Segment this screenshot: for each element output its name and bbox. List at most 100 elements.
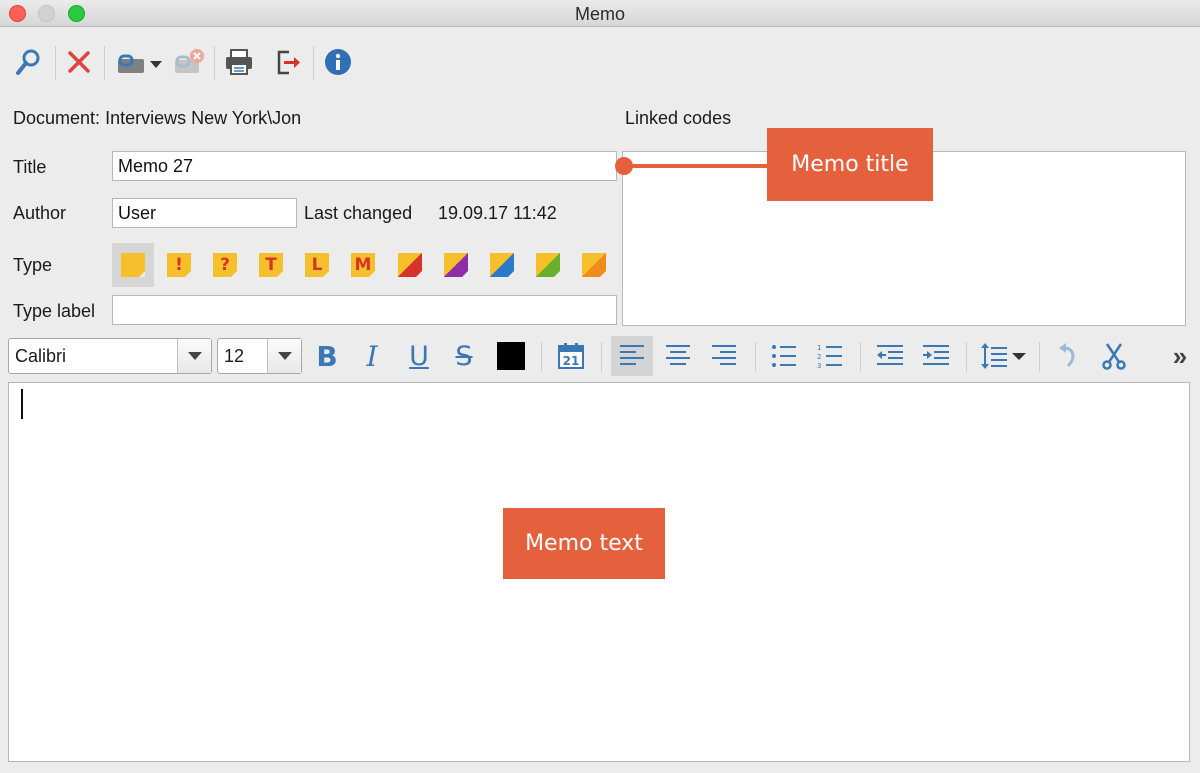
increase-indent-button[interactable] (916, 336, 956, 376)
type-label-label: Type label (13, 301, 96, 321)
underline-button[interactable]: U (399, 336, 439, 376)
memo-type-option[interactable]: ! (158, 243, 200, 287)
svg-text:3: 3 (817, 362, 821, 368)
text-color-button[interactable] (491, 336, 531, 376)
memo-note-icon (490, 253, 514, 277)
type-label-field[interactable] (112, 295, 617, 325)
memo-type-option[interactable]: ? (204, 243, 246, 287)
delete-button[interactable] (61, 44, 97, 80)
cut-button[interactable] (1094, 336, 1134, 376)
type-label: Type (13, 255, 53, 275)
memo-note-icon: L (305, 253, 329, 277)
align-right-button[interactable] (704, 336, 744, 376)
window-title: Memo (574, 4, 625, 24)
memo-type-option[interactable] (573, 243, 615, 287)
memo-note-icon (536, 253, 560, 277)
format-toolbar: Calibri 12 B I U S 21 123 » (0, 334, 1200, 378)
memo-note-icon: M (351, 253, 375, 277)
author-field[interactable]: User (112, 198, 297, 228)
memo-type-glyph: L (311, 255, 323, 275)
memo-type-option[interactable]: L (296, 243, 338, 287)
memo-type-option[interactable] (435, 243, 477, 287)
search-icon (16, 49, 40, 75)
memo-text-callout: Memo text (503, 508, 665, 579)
info-button[interactable] (320, 44, 356, 80)
memo-note-icon (582, 253, 606, 277)
memo-toolbar (0, 30, 1200, 94)
align-center-button[interactable] (658, 336, 698, 376)
window-titlebar: Memo (0, 0, 1200, 27)
memo-type-option[interactable] (389, 243, 431, 287)
memo-note-icon (121, 253, 145, 277)
export-icon (277, 50, 300, 75)
more-tools-button[interactable]: » (1160, 336, 1200, 376)
memo-type-option[interactable] (481, 243, 523, 287)
callout-pointer-line (624, 164, 768, 168)
insert-date-button[interactable]: 21 (551, 336, 591, 376)
unlink-memo-button[interactable] (170, 44, 206, 80)
unlink-icon (175, 49, 204, 73)
double-chevron-right-icon: » (1172, 340, 1188, 371)
chevron-down-icon[interactable] (267, 339, 301, 373)
title-field[interactable]: Memo 27 (112, 151, 617, 181)
last-changed-value: 19.09.17 11:42 (438, 203, 557, 223)
font-size-select[interactable]: 12 (217, 338, 302, 374)
font-family-value: Calibri (15, 346, 67, 366)
font-size-value: 12 (224, 346, 245, 366)
memo-type-glyph: M (354, 255, 372, 275)
numbered-list-icon: 123 (817, 344, 842, 368)
link-memo-button[interactable] (112, 44, 168, 80)
decrease-indent-button[interactable] (870, 336, 910, 376)
align-left-icon (620, 345, 644, 365)
svg-text:21: 21 (563, 354, 580, 368)
memo-type-option[interactable]: M (342, 243, 384, 287)
font-family-select[interactable]: Calibri (8, 338, 212, 374)
align-center-icon (666, 345, 690, 365)
text-caret (21, 389, 23, 419)
export-button[interactable] (270, 44, 306, 80)
line-spacing-button[interactable] (977, 336, 1033, 376)
print-button[interactable] (221, 44, 257, 80)
author-label: Author (13, 203, 67, 223)
memo-type-option[interactable]: T (250, 243, 292, 287)
bold-button[interactable]: B (307, 336, 347, 376)
memo-note-icon (444, 253, 468, 277)
search-button[interactable] (10, 44, 46, 80)
memo-type-option[interactable] (527, 243, 569, 287)
line-spacing-icon (981, 343, 1026, 369)
memo-type-option[interactable] (112, 243, 154, 287)
align-left-button[interactable] (611, 336, 653, 376)
underline-icon: U (409, 340, 429, 372)
last-changed-label: Last changed (304, 203, 413, 223)
text-color-swatch (497, 342, 525, 370)
scissors-icon (1102, 343, 1126, 370)
document-value: Interviews New York\Jon (105, 108, 302, 128)
memo-note-icon (398, 253, 422, 277)
align-right-icon (712, 345, 736, 365)
svg-text:1: 1 (817, 344, 821, 352)
title-label: Title (13, 157, 47, 177)
strikethrough-icon: S (455, 340, 473, 372)
svg-text:2: 2 (817, 353, 821, 361)
numbered-list-button[interactable]: 123 (810, 336, 850, 376)
bullet-list-button[interactable] (764, 336, 804, 376)
memo-type-glyph: ! (175, 255, 183, 275)
chevron-down-icon[interactable] (177, 339, 211, 373)
strikethrough-button[interactable]: S (444, 336, 484, 376)
outdent-icon (877, 345, 903, 365)
memo-title-callout: Memo title (767, 128, 933, 201)
callout-pointer-dot (615, 157, 633, 175)
link-icon (118, 54, 162, 73)
memo-note-icon: T (259, 253, 283, 277)
linked-codes-label: Linked codes (625, 108, 732, 128)
bullet-list-icon (772, 345, 796, 367)
indent-icon (923, 345, 949, 365)
undo-button[interactable] (1048, 336, 1088, 376)
info-icon (325, 49, 351, 75)
memo-type-glyph: T (265, 255, 277, 275)
italic-button[interactable]: I (352, 336, 392, 376)
memo-note-icon: ? (213, 253, 237, 277)
undo-icon (1059, 343, 1075, 368)
document-label: Document: Interviews New York\Jon (13, 108, 301, 129)
bold-icon: B (316, 339, 338, 373)
